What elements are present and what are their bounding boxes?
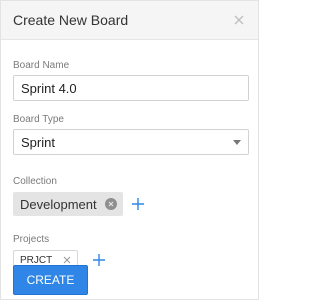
board-type-select[interactable]: Sprint [13,129,249,155]
collection-chip: Development [13,192,123,216]
dialog-title: Create New Board [13,12,129,28]
add-collection-button[interactable] [131,197,145,211]
projects-label: Projects [13,234,50,245]
dialog-header: Create New Board [1,1,258,40]
plus-icon [93,254,106,266]
collection-row: Development [13,188,248,216]
create-button[interactable]: CREATE [13,265,88,295]
project-chip-label: PRJCT [20,254,53,266]
collection-label: Collection [13,176,57,187]
create-board-dialog: Create New Board Board Name Sprint 4.0 B… [0,0,259,300]
plus-icon [131,198,144,210]
board-name-label: Board Name [13,60,70,71]
collection-chip-label: Development [20,196,97,212]
dialog-body: Board Name Sprint 4.0 Board Type Sprint … [1,60,258,270]
board-type-value: Sprint [21,134,55,150]
remove-chip-icon [108,201,114,207]
close-icon [234,15,244,25]
add-project-button[interactable] [92,253,106,267]
close-button[interactable] [232,13,246,27]
board-name-value: Sprint 4.0 [21,80,77,96]
remove-collection-chip-button[interactable] [104,198,117,210]
remove-project-chip-button[interactable] [62,256,71,265]
board-name-input[interactable]: Sprint 4.0 [13,75,249,101]
caret-down-icon [233,139,241,145]
board-type-label: Board Type [13,114,64,125]
remove-chip-icon [63,256,71,264]
